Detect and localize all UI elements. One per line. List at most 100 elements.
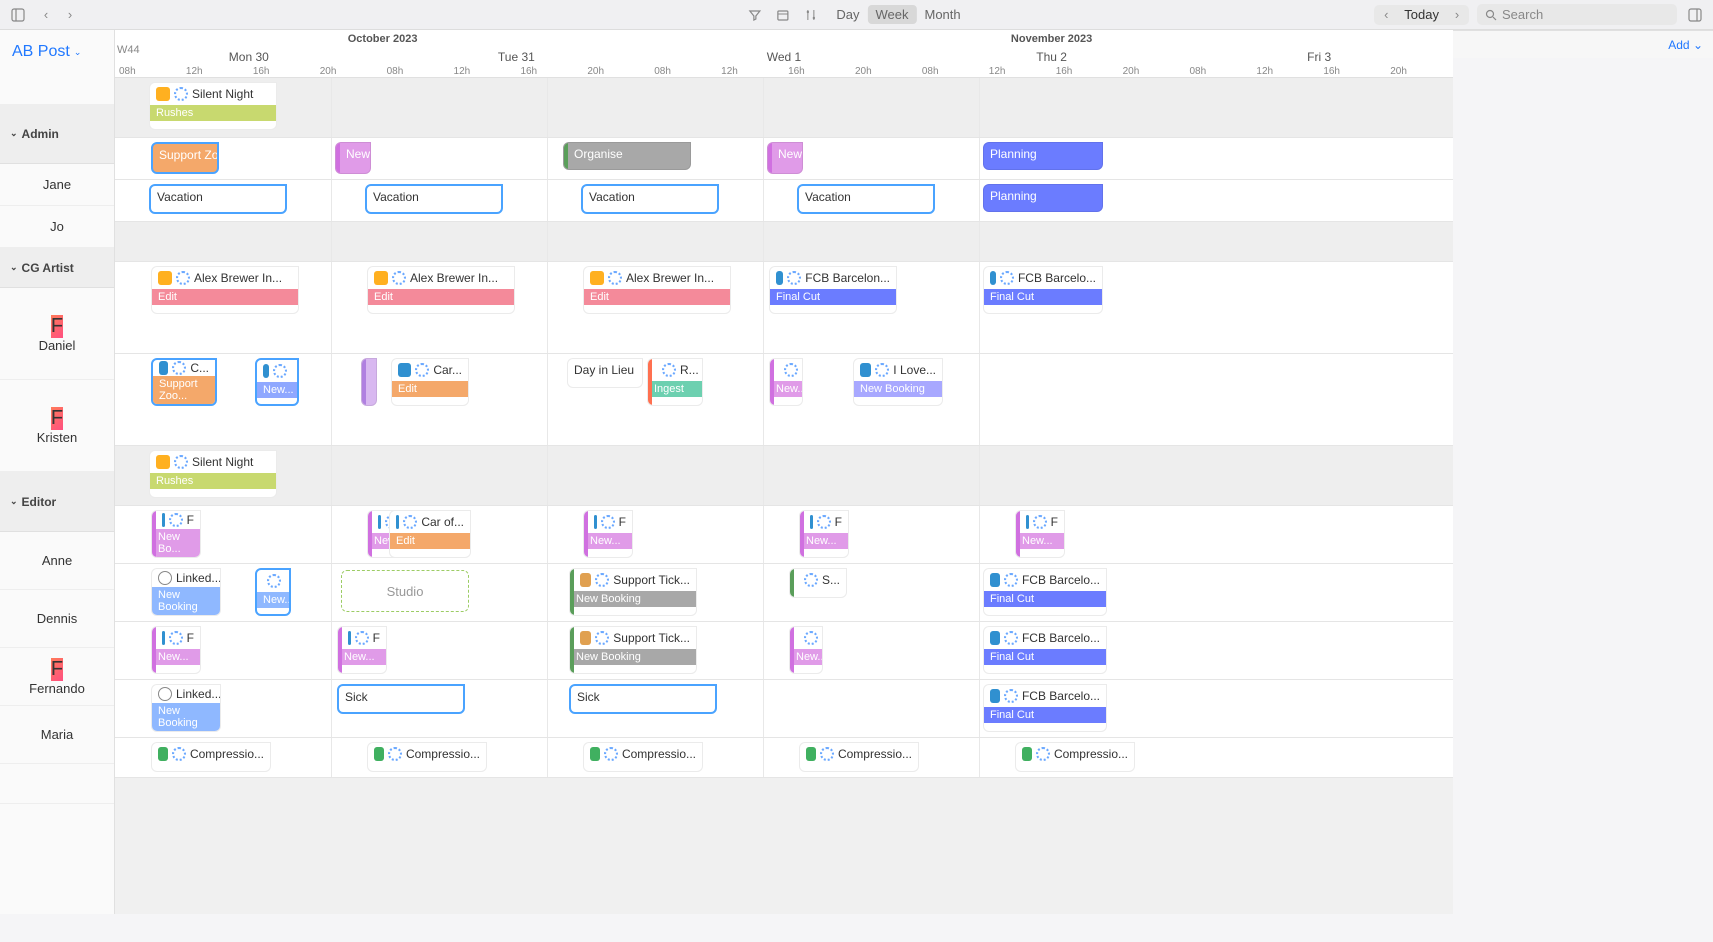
person-name: Anne <box>42 553 72 568</box>
week-number: W44 <box>117 44 140 56</box>
next-period-icon[interactable]: › <box>1447 5 1467 25</box>
tentative-event[interactable]: Studio <box>341 570 469 612</box>
calendar-icon[interactable] <box>772 5 792 25</box>
filter-icon[interactable] <box>744 5 764 25</box>
day-header: Fri 3 <box>1185 48 1453 66</box>
hour-label: 20h <box>1119 66 1186 77</box>
booking-event[interactable]: Alex Brewer In...Edit <box>583 266 731 314</box>
hour-label: 16h <box>1052 66 1119 77</box>
booking-event[interactable]: FNew... <box>1015 510 1065 558</box>
hour-label: 20h <box>583 66 650 77</box>
settings-icon[interactable] <box>800 5 820 25</box>
booking-event[interactable]: New... <box>767 142 803 174</box>
hour-label: 20h <box>851 66 918 77</box>
avatar: F <box>51 315 63 338</box>
booking-event[interactable]: I Love...New Booking <box>853 358 943 406</box>
hour-label: 16h <box>249 66 316 77</box>
person-name: Daniel <box>39 338 76 353</box>
day-header: Thu 2 <box>918 48 1186 66</box>
booking-event[interactable]: Planning <box>983 184 1103 212</box>
person-name: Maria <box>41 727 74 742</box>
booking-event[interactable]: FCB Barcelo...Final Cut <box>983 684 1107 732</box>
today-button[interactable]: Today <box>1396 5 1447 24</box>
sidebar-toggle-icon[interactable] <box>8 5 28 25</box>
hour-label: 08h <box>383 66 450 77</box>
avatar: F <box>51 658 63 681</box>
booking-event[interactable]: Silent NightRushes <box>149 82 277 130</box>
workspace-picker[interactable]: AB Post⌄ <box>0 30 114 74</box>
booking-event[interactable]: Sick <box>569 684 717 714</box>
person-name: Dennis <box>37 611 77 626</box>
hour-label: 12h <box>182 66 249 77</box>
back-icon[interactable]: ‹ <box>36 5 56 25</box>
booking-event[interactable]: FNew... <box>799 510 849 558</box>
booking-event[interactable]: Compressio... <box>799 742 919 772</box>
booking-event[interactable]: Compressio... <box>367 742 487 772</box>
hour-label: 16h <box>516 66 583 77</box>
booking-event[interactable]: C...Support Zoo... <box>151 358 217 406</box>
person-name: Jane <box>43 177 71 192</box>
booking-event[interactable]: Vacation <box>149 184 287 214</box>
booking-event[interactable]: FNew... <box>337 626 387 674</box>
booking-event[interactable]: Linked...New Booking <box>151 684 221 732</box>
booking-event[interactable]: New... <box>255 358 299 406</box>
group-header[interactable]: ⌄ Admin <box>0 104 114 164</box>
booking-event[interactable]: Silent NightRushes <box>149 450 277 498</box>
day-header: Tue 31 <box>383 48 651 66</box>
booking-event[interactable]: Vacation <box>797 184 935 214</box>
search-input[interactable]: Search <box>1477 4 1677 25</box>
booking-event[interactable]: Planning <box>983 142 1103 170</box>
booking-event[interactable]: FCB Barcelon...Final Cut <box>769 266 897 314</box>
booking-event[interactable]: FNew Bo... <box>151 510 201 558</box>
view-month[interactable]: Month <box>916 5 968 24</box>
hour-label: 16h <box>784 66 851 77</box>
hour-label: 12h <box>985 66 1052 77</box>
booking-event[interactable]: FCB Barcelo...Final Cut <box>983 266 1103 314</box>
day-header: Wed 1 <box>650 48 918 66</box>
group-header[interactable]: ⌄ CG Artist <box>0 248 114 288</box>
booking-event[interactable]: Support Zoo... <box>151 142 219 174</box>
prev-period-icon[interactable]: ‹ <box>1376 5 1396 25</box>
view-toggle: Day Week Month <box>828 5 968 24</box>
booking-event[interactable]: New... <box>255 568 291 616</box>
booking-event[interactable]: New... <box>789 626 823 674</box>
person-name: Fernando <box>29 681 85 696</box>
booking-event[interactable]: Car...Edit <box>391 358 469 406</box>
booking-event[interactable]: Compressio... <box>583 742 703 772</box>
inspector-toggle-icon[interactable] <box>1685 5 1705 25</box>
booking-event[interactable]: Alex Brewer In...Edit <box>151 266 299 314</box>
booking-event[interactable]: Vacation <box>581 184 719 214</box>
booking-event[interactable]: Linked...New Booking <box>151 568 221 616</box>
booking-event[interactable]: Organise <box>563 142 691 170</box>
booking-event[interactable]: Sick <box>337 684 465 714</box>
view-day[interactable]: Day <box>828 5 867 24</box>
booking-event[interactable]: Alex Brewer In...Edit <box>367 266 515 314</box>
booking-event[interactable]: Compressio... <box>1015 742 1135 772</box>
booking-event[interactable]: FNew... <box>583 510 633 558</box>
hour-label: 08h <box>115 66 182 77</box>
booking-event[interactable]: Compressio... <box>151 742 271 772</box>
add-button[interactable]: Add ⌄ <box>1668 38 1703 52</box>
hour-label: 12h <box>450 66 517 77</box>
booking-event[interactable]: Support Tick...New Booking <box>569 568 697 616</box>
booking-event[interactable]: Vacation <box>365 184 503 214</box>
booking-event[interactable] <box>361 358 377 406</box>
person-name: Jo <box>50 219 64 234</box>
booking-event[interactable]: FCB Barcelo...Final Cut <box>983 568 1107 616</box>
hour-label: 20h <box>316 66 383 77</box>
booking-event[interactable]: New... <box>769 358 803 406</box>
booking-event[interactable]: S... <box>789 568 847 598</box>
booking-event[interactable]: Support Tick...New Booking <box>569 626 697 674</box>
group-header[interactable]: ⌄ Editor <box>0 472 114 532</box>
booking-event[interactable]: R...Ingest <box>647 358 703 406</box>
forward-icon[interactable]: › <box>60 5 80 25</box>
hour-label: 08h <box>650 66 717 77</box>
booking-event[interactable]: New... <box>335 142 371 174</box>
booking-event[interactable]: FNew... <box>151 626 201 674</box>
hour-label: 12h <box>1252 66 1319 77</box>
view-week[interactable]: Week <box>867 5 916 24</box>
booking-event[interactable]: Day in Lieu <box>567 358 643 388</box>
booking-event[interactable]: Car of...Edit <box>389 510 471 558</box>
hour-label: 20h <box>1386 66 1453 77</box>
booking-event[interactable]: FCB Barcelo...Final Cut <box>983 626 1107 674</box>
